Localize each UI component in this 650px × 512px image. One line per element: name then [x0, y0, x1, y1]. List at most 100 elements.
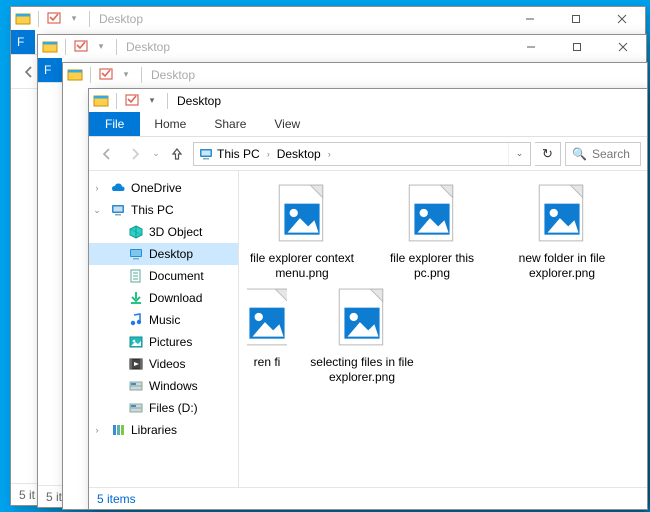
drive-icon: [127, 378, 145, 394]
thispc-icon: [109, 202, 127, 218]
file-item[interactable]: file explorer context menu.png: [247, 183, 357, 281]
close-button[interactable]: [600, 35, 646, 58]
close-button[interactable]: [599, 7, 645, 30]
tree-item-label: Pictures: [149, 335, 192, 349]
pictures-icon: [127, 334, 145, 350]
maximize-button[interactable]: [554, 35, 600, 58]
address-dropdown-icon[interactable]: ⌄: [508, 143, 530, 165]
file-tab[interactable]: F: [11, 30, 35, 54]
ribbon-expand-icon[interactable]: [627, 112, 647, 136]
maximize-button[interactable]: [553, 7, 599, 30]
tree-item-download[interactable]: Download: [89, 287, 238, 309]
chevron-down-icon[interactable]: ⌄: [89, 205, 105, 216]
libraries-icon: [109, 422, 127, 438]
tree-item-files-d-[interactable]: Files (D:): [89, 397, 238, 419]
file-name: ren fi: [254, 355, 281, 370]
file-tab[interactable]: F: [38, 58, 62, 82]
tree-item-desktop[interactable]: Desktop: [89, 243, 238, 265]
videos-icon: [127, 356, 145, 372]
explorer-app-icon: [67, 67, 83, 83]
tree-item-label: Videos: [149, 357, 185, 371]
qat-customize-icon[interactable]: ▾: [144, 93, 160, 109]
tree-item-label: OneDrive: [131, 181, 182, 195]
image-file-icon: [333, 287, 391, 349]
window-title: Desktop: [122, 40, 170, 54]
drive-icon: [127, 400, 145, 416]
tree-item-label: 3D Object: [149, 225, 202, 239]
file-tab[interactable]: File: [89, 112, 140, 136]
downloads-icon: [127, 290, 145, 306]
recent-locations-icon[interactable]: ⌄: [151, 148, 161, 159]
file-list[interactable]: file explorer context menu.png file explo…: [239, 171, 647, 487]
file-item[interactable]: selecting files in file explorer.png: [307, 287, 417, 385]
tree-item-this-pc[interactable]: ⌄ This PC: [89, 199, 238, 221]
tree-item-label: Files (D:): [149, 401, 198, 415]
tree-item-label: Music: [149, 313, 180, 327]
image-file-icon: [533, 183, 591, 245]
qat-customize-icon[interactable]: ▾: [93, 39, 109, 55]
documents-icon: [127, 268, 145, 284]
tab-view[interactable]: View: [260, 112, 314, 136]
folder-icon[interactable]: [46, 11, 62, 27]
window-title: Desktop: [95, 12, 143, 26]
address-bar[interactable]: This PC › Desktop › ⌄: [193, 142, 531, 166]
explorer-app-icon: [15, 11, 31, 27]
desktop-icon: [127, 246, 145, 262]
chevron-right-icon[interactable]: ›: [89, 425, 105, 435]
tree-item-document[interactable]: Document: [89, 265, 238, 287]
folder-icon[interactable]: [73, 39, 89, 55]
tree-item-label: Windows: [149, 379, 198, 393]
file-name: file explorer context menu.png: [247, 251, 357, 281]
window-title: Desktop: [173, 94, 221, 108]
forward-button[interactable]: [123, 142, 147, 166]
3d-icon: [127, 224, 145, 240]
tree-item-label: Download: [149, 291, 202, 305]
file-name: selecting files in file explorer.png: [307, 355, 417, 385]
back-button[interactable]: [95, 142, 119, 166]
status-bar: 5 items: [89, 487, 647, 509]
file-name: file explorer this pc.png: [377, 251, 487, 281]
image-file-icon: [403, 183, 461, 245]
refresh-button[interactable]: ↻: [535, 142, 561, 166]
search-icon: 🔍: [572, 147, 587, 161]
image-file-icon: [247, 287, 287, 349]
tree-item-label: This PC: [131, 203, 174, 217]
tree-item-pictures[interactable]: Pictures: [89, 331, 238, 353]
up-button[interactable]: [165, 142, 189, 166]
file-item[interactable]: ren fi: [247, 287, 287, 385]
tree-item-3d-object[interactable]: 3D Object: [89, 221, 238, 243]
properties-icon[interactable]: [124, 93, 140, 109]
file-name: new folder in file explorer.png: [507, 251, 617, 281]
minimize-button[interactable]: [508, 35, 554, 58]
onedrive-icon: [109, 180, 127, 196]
tree-item-libraries[interactable]: › Libraries: [89, 419, 238, 441]
navigation-pane[interactable]: › OneDrive ⌄ This PC 3D Object Desktop Documen…: [89, 171, 239, 487]
window-title: Desktop: [147, 68, 195, 82]
qat-customize-icon[interactable]: ▾: [118, 67, 134, 83]
tree-item-windows[interactable]: Windows: [89, 375, 238, 397]
tree-item-label: Desktop: [149, 247, 193, 261]
minimize-button[interactable]: [507, 7, 553, 30]
breadcrumb-desktop[interactable]: Desktop: [273, 143, 325, 165]
music-icon: [127, 312, 145, 328]
qat-customize-icon[interactable]: ▾: [66, 11, 82, 27]
file-item[interactable]: new folder in file explorer.png: [507, 183, 617, 281]
explorer-app-icon: [42, 39, 58, 55]
item-count: 5 items: [97, 492, 136, 506]
tree-item-music[interactable]: Music: [89, 309, 238, 331]
tree-item-label: Document: [149, 269, 204, 283]
folder-icon[interactable]: [98, 67, 114, 83]
chevron-right-icon[interactable]: ›: [264, 149, 273, 159]
file-item[interactable]: file explorer this pc.png: [377, 183, 487, 281]
tab-share[interactable]: Share: [200, 112, 260, 136]
explorer-app-icon: [93, 93, 109, 109]
breadcrumb-thispc[interactable]: This PC: [194, 143, 264, 165]
tree-item-videos[interactable]: Videos: [89, 353, 238, 375]
tab-home[interactable]: Home: [140, 112, 200, 136]
image-file-icon: [273, 183, 331, 245]
search-input[interactable]: 🔍 Search: [565, 142, 641, 166]
chevron-right-icon[interactable]: ›: [89, 183, 105, 193]
chevron-right-icon[interactable]: ›: [325, 149, 334, 159]
tree-item-label: Libraries: [131, 423, 177, 437]
tree-item-onedrive[interactable]: › OneDrive: [89, 177, 238, 199]
